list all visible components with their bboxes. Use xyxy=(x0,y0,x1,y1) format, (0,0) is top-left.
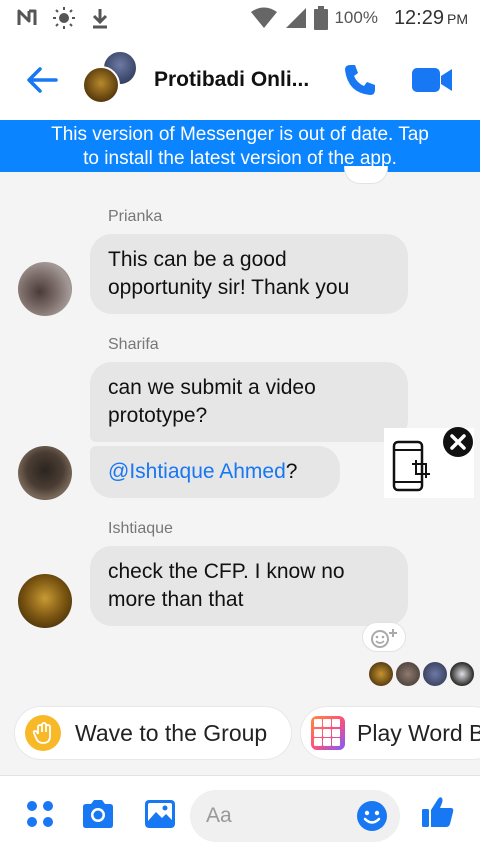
more-options-icon[interactable] xyxy=(22,796,58,832)
battery-icon xyxy=(314,6,329,30)
avatar[interactable] xyxy=(18,574,72,628)
message-input[interactable] xyxy=(206,802,356,830)
read-receipt-avatar xyxy=(450,662,474,686)
sender-name: Ishtiaque xyxy=(108,520,173,537)
status-bar: 100% 12:29 PM xyxy=(0,0,480,38)
read-receipt-avatar xyxy=(396,662,420,686)
play-word-game-chip[interactable]: Play Word B xyxy=(300,706,480,760)
phone-crop-icon[interactable] xyxy=(392,440,432,494)
message-input-container[interactable] xyxy=(190,790,400,842)
avatar[interactable] xyxy=(18,446,72,500)
chip-label: Wave to the Group xyxy=(75,719,268,746)
read-receipt-avatar xyxy=(423,662,447,686)
close-icon[interactable] xyxy=(442,426,474,458)
message-line: prototype? xyxy=(108,404,208,427)
chip-label: Play Word B xyxy=(357,719,480,746)
sender-name: Sharifa xyxy=(108,336,159,353)
gallery-icon[interactable] xyxy=(142,796,178,832)
clock-time: 12:29 xyxy=(393,6,444,29)
message-line: This can be a good xyxy=(108,248,287,271)
wifi-icon xyxy=(251,7,278,28)
message-bubble[interactable]: @Ishtiaque Ahmed? xyxy=(90,446,340,498)
group-avatar[interactable] xyxy=(82,50,138,106)
message-list[interactable]: Prianka This can be a good opportunity s… xyxy=(0,166,480,702)
message-bubble[interactable]: can we submit a video prototype? xyxy=(90,362,408,442)
wave-to-group-chip[interactable]: Wave to the Group xyxy=(14,706,292,760)
word-game-icon xyxy=(311,716,345,750)
brightness-icon xyxy=(53,7,75,29)
waving-hand-icon xyxy=(25,715,61,751)
message-line: opportunity sir! Thank you xyxy=(108,276,350,299)
sender-name: Prianka xyxy=(108,208,163,225)
conversation-title[interactable]: Protibadi Onli... xyxy=(154,68,309,92)
message-bubble[interactable]: This can be a good opportunity sir! Than… xyxy=(90,234,408,314)
reaction-button[interactable] xyxy=(344,166,388,184)
thumbs-up-icon[interactable] xyxy=(420,794,456,830)
back-arrow-icon[interactable] xyxy=(22,60,62,100)
message-composer xyxy=(0,776,480,854)
floating-screenshot-widget[interactable] xyxy=(384,426,474,498)
mention-link[interactable]: @Ishtiaque Ahmed xyxy=(108,460,286,483)
read-receipts xyxy=(369,662,474,686)
message-text: ? xyxy=(285,460,298,483)
message-line: can we submit a video xyxy=(108,376,316,399)
message-line: check the CFP. I know no xyxy=(108,560,345,583)
add-reaction-button[interactable] xyxy=(362,622,406,652)
update-banner[interactable]: This version of Messenger is out of date… xyxy=(0,120,480,172)
smiley-plus-icon xyxy=(371,629,397,648)
read-receipt-avatar xyxy=(369,662,393,686)
phone-call-icon[interactable] xyxy=(342,62,378,98)
banner-line-1: This version of Messenger is out of date… xyxy=(51,124,429,145)
video-call-icon[interactable] xyxy=(410,62,454,98)
emoji-icon[interactable] xyxy=(356,800,388,832)
conversation-header: Protibadi Onli... xyxy=(0,38,480,120)
avatar[interactable] xyxy=(18,262,72,316)
clock-ampm: PM xyxy=(447,10,468,27)
message-bubble[interactable]: check the CFP. I know no more than that xyxy=(90,546,408,626)
nfc-icon xyxy=(17,9,37,25)
quick-replies: Wave to the Group Play Word B xyxy=(0,706,480,764)
message-line: more than that xyxy=(108,588,244,611)
banner-line-2: to install the latest version of the app… xyxy=(83,148,397,169)
group-member-avatar xyxy=(82,66,120,104)
camera-icon[interactable] xyxy=(80,796,116,832)
signal-icon xyxy=(286,8,307,28)
download-icon xyxy=(92,9,108,29)
battery-percent: 100% xyxy=(334,8,378,27)
